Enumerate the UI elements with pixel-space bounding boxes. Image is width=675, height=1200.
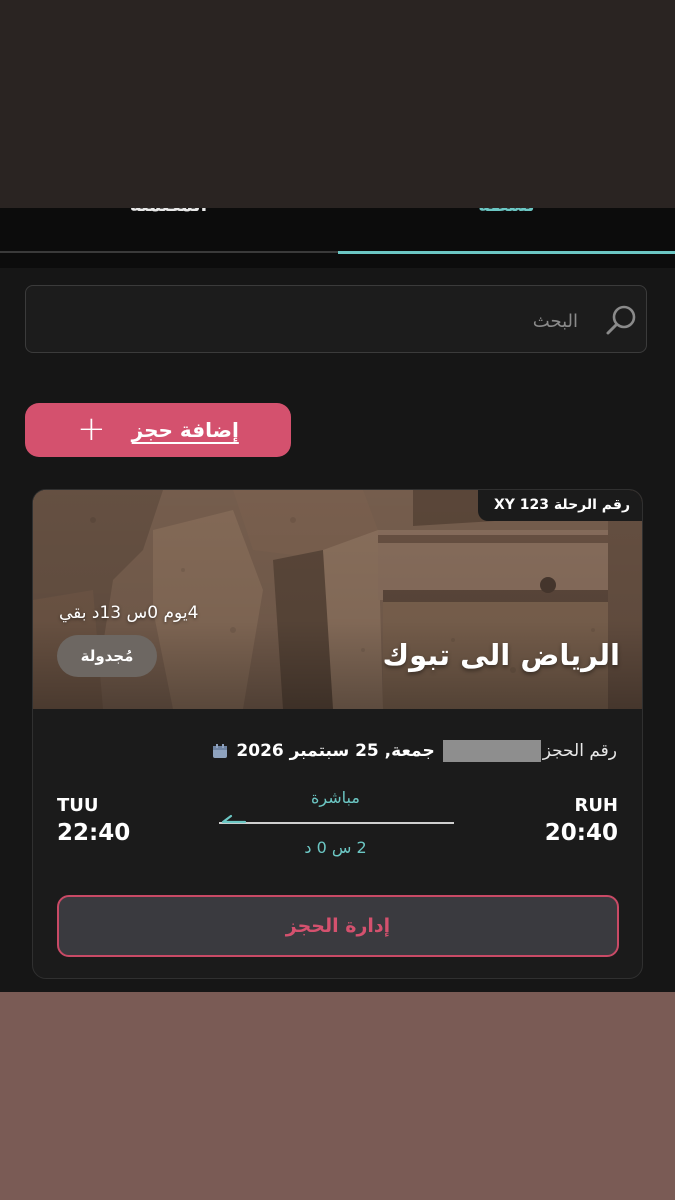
add-booking-label: إضافة حجز — [131, 418, 239, 442]
tab-divider — [0, 251, 338, 253]
trip-card[interactable]: رقم الرحلة XY 123 4يوم 0س 13د بقي مُجدول… — [32, 489, 643, 979]
departure-airport-code: RUH — [574, 795, 618, 816]
tab-active-indicator — [338, 251, 675, 254]
arrival-time: 22:40 — [57, 820, 131, 846]
route-line — [219, 822, 454, 824]
trips-tabbar: المكتملة نشطة — [0, 208, 675, 268]
booking-details-row: رقم الحجز جمعة, 25 سبتمبر 2026 — [57, 738, 617, 764]
search-bar[interactable] — [25, 285, 647, 353]
booking-reference-label: رقم الحجز — [542, 741, 617, 761]
stops-text: مباشرة — [311, 788, 360, 807]
booking-reference-redacted — [442, 740, 541, 762]
search-input[interactable] — [76, 306, 580, 336]
calendar-icon — [213, 744, 228, 758]
departure-time: 20:40 — [544, 820, 618, 846]
flight-number-tag: رقم الرحلة XY 123 — [477, 490, 642, 521]
destination-image: رقم الرحلة XY 123 4يوم 0س 13د بقي مُجدول… — [33, 490, 642, 709]
search-icon[interactable] — [604, 302, 640, 338]
tab-active[interactable]: نشطة — [338, 208, 675, 216]
add-booking-button[interactable]: إضافة حجز + — [25, 403, 291, 457]
trips-screen: المكتملة نشطة إضافة حجز + — [0, 208, 675, 992]
tab-completed[interactable]: المكتملة — [0, 208, 337, 216]
manage-booking-button[interactable]: إدارة الحجز — [57, 895, 619, 957]
plus-icon: + — [77, 408, 106, 449]
flight-date: جمعة, 25 سبتمبر 2026 — [236, 741, 435, 761]
countdown-text: 4يوم 0س 13د بقي — [59, 603, 199, 623]
route-title: الرياض الى تبوك — [382, 638, 620, 672]
bottom-overlay — [0, 992, 675, 1200]
flight-duration: 2 س 0 د — [304, 838, 367, 857]
top-overlay — [0, 0, 675, 208]
plane-arrow-icon — [221, 814, 247, 824]
arrival-airport-code: TUU — [57, 795, 99, 816]
status-badge: مُجدولة — [57, 635, 157, 677]
